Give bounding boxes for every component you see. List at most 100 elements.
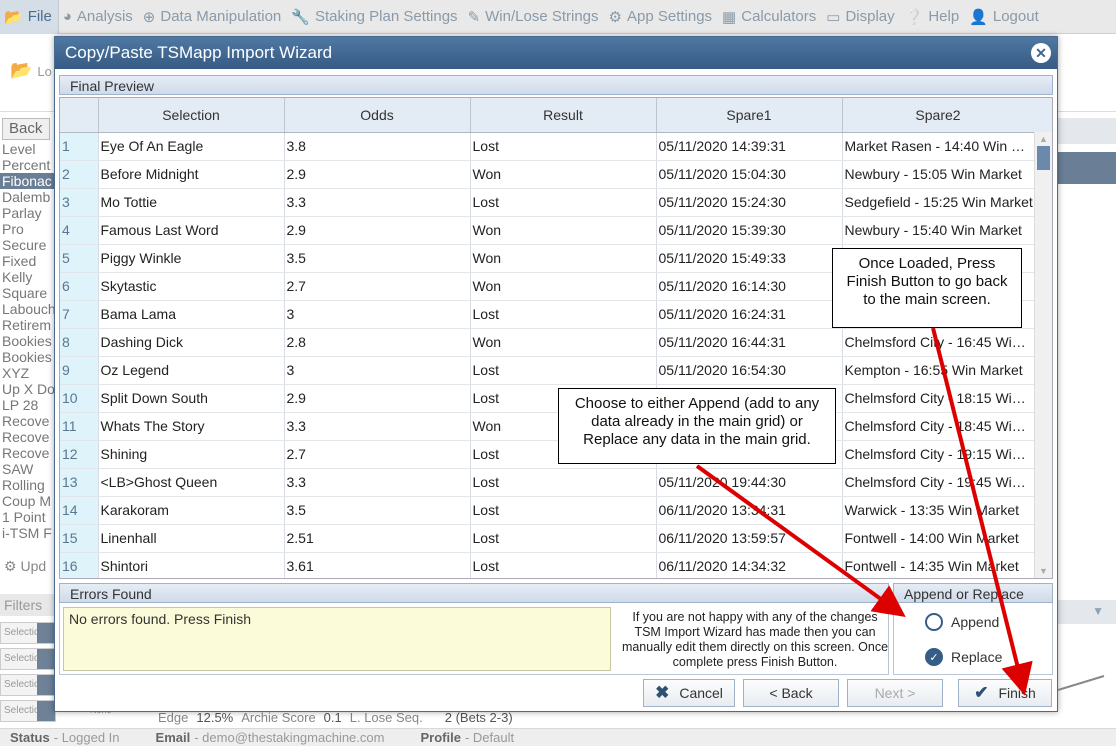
grid-cell[interactable]: 05/11/2020 16:44:31 xyxy=(656,328,843,357)
staking-plan-item[interactable]: Secure xyxy=(0,237,56,253)
grid-cell[interactable]: Linenhall xyxy=(98,524,285,553)
table-row[interactable]: 9 Oz Legend 3 Lost 05/11/2020 16:54:30 Kempto… xyxy=(60,356,1035,385)
staking-plan-item[interactable]: Percent xyxy=(0,157,56,173)
grid-cell[interactable]: Mo Tottie xyxy=(98,188,285,217)
grid-cell[interactable]: 3 xyxy=(284,300,471,329)
grid-cell[interactable]: Chelmsford City - 18:15 Win Market xyxy=(842,384,1035,413)
background-folder-icon[interactable]: 📂 Lo xyxy=(10,60,52,81)
table-row[interactable]: 14 Karakoram 3.5 Lost 06/11/2020 13:34:31 War… xyxy=(60,496,1035,525)
menu-staking-plan-settings[interactable]: 🔧 Staking Plan Settings xyxy=(287,0,463,34)
staking-plan-item[interactable]: Square xyxy=(0,285,56,301)
grid-cell[interactable]: 05/11/2020 14:39:31 xyxy=(656,132,843,161)
staking-plan-item[interactable]: LP 28 xyxy=(0,397,56,413)
back-button[interactable]: < Back xyxy=(743,679,839,707)
table-row[interactable]: 13 <LB>Ghost Queen 3.3 Lost 05/11/2020 19:44… xyxy=(60,468,1035,497)
errors-textbox[interactable]: No errors found. Press Finish xyxy=(63,607,611,671)
staking-plan-item[interactable]: Recove xyxy=(0,429,56,445)
grid-cell[interactable]: 3.61 xyxy=(284,552,471,578)
close-icon[interactable]: ✕ xyxy=(1031,43,1051,63)
filter-select[interactable]: Selection xyxy=(0,674,56,696)
scroll-down-icon[interactable]: ▼ xyxy=(1039,566,1048,576)
grid-cell[interactable]: 05/11/2020 15:24:30 xyxy=(656,188,843,217)
grid-cell[interactable]: Lost xyxy=(470,552,657,578)
grid-cell[interactable]: 05/11/2020 15:39:30 xyxy=(656,216,843,245)
menu-data-manipulation[interactable]: ⊕ Data Manipulation xyxy=(139,0,288,34)
grid-cell[interactable]: Chelmsford City - 19:15 Win Market xyxy=(842,440,1035,469)
grid-cell[interactable]: 05/11/2020 16:54:30 xyxy=(656,356,843,385)
grid-cell[interactable]: Karakoram xyxy=(98,496,285,525)
menu-help[interactable]: ❔ Help xyxy=(901,0,966,34)
grid-cell[interactable]: Won xyxy=(470,328,657,357)
scrollbar-thumb[interactable] xyxy=(1037,146,1050,170)
cancel-button[interactable]: ✖ Cancel xyxy=(643,679,735,707)
grid-cell[interactable]: Market Rasen - 14:40 Win Market xyxy=(842,132,1035,161)
staking-plan-item[interactable]: Recove xyxy=(0,445,56,461)
append-option[interactable]: Append xyxy=(925,613,999,631)
column-header-odds[interactable]: Odds xyxy=(284,98,471,133)
staking-plan-item[interactable]: Labouch xyxy=(0,301,56,317)
staking-plan-item[interactable]: XYZ xyxy=(0,365,56,381)
column-header-spare2[interactable]: Spare2 xyxy=(842,98,1035,133)
grid-cell[interactable]: Sedgefield - 15:25 Win Market xyxy=(842,188,1035,217)
grid-cell[interactable]: Whats The Story xyxy=(98,412,285,441)
grid-cell[interactable]: Piggy Winkle xyxy=(98,244,285,273)
grid-cell[interactable]: Skytastic xyxy=(98,272,285,301)
grid-cell[interactable]: 06/11/2020 13:34:31 xyxy=(656,496,843,525)
grid-cell[interactable]: <LB>Ghost Queen xyxy=(98,468,285,497)
staking-plan-item[interactable]: Up X Do xyxy=(0,381,56,397)
grid-cell[interactable]: Warwick - 13:35 Win Market xyxy=(842,496,1035,525)
table-row[interactable]: 1 Eye Of An Eagle 3.8 Lost 05/11/2020 14:39:… xyxy=(60,132,1035,161)
staking-plan-item[interactable]: Fixed xyxy=(0,253,56,269)
grid-cell[interactable]: Newbury - 15:40 Win Market xyxy=(842,216,1035,245)
background-update-button[interactable]: ⚙ Upd xyxy=(4,558,46,575)
menu-file[interactable]: 📂 File xyxy=(0,0,59,34)
grid-cell[interactable]: 05/11/2020 16:14:30 xyxy=(656,272,843,301)
grid-cell[interactable]: 3.3 xyxy=(284,412,471,441)
menu-app-settings[interactable]: ⚙ App Settings xyxy=(605,0,719,34)
filter-select[interactable]: Selection xyxy=(0,648,56,670)
grid-cell[interactable]: Lost xyxy=(470,496,657,525)
staking-plan-item[interactable]: Bookies xyxy=(0,333,56,349)
column-header-spare1[interactable]: Spare1 xyxy=(656,98,843,133)
grid-cell[interactable]: Chelmsford City - 18:45 Win Market xyxy=(842,412,1035,441)
grid-cell[interactable]: 05/11/2020 15:04:30 xyxy=(656,160,843,189)
staking-plan-item[interactable]: Rolling xyxy=(0,477,56,493)
table-row[interactable]: 4 Famous Last Word 2.9 Won 05/11/2020 15:39:… xyxy=(60,216,1035,245)
staking-plan-item[interactable]: Parlay xyxy=(0,205,56,221)
table-row[interactable]: 10 Split Down South 2.9 Lost Chelmsford City… xyxy=(60,384,1035,413)
grid-cell[interactable]: Famous Last Word xyxy=(98,216,285,245)
table-row[interactable]: 12 Shining 2.7 Lost Chelmsford City - 19:15 … xyxy=(60,440,1035,469)
grid-cell[interactable]: Won xyxy=(470,244,657,273)
menu-calculators[interactable]: ▦ Calculators xyxy=(718,0,822,34)
staking-plan-item[interactable]: Level xyxy=(0,141,56,157)
menu-display[interactable]: ▭ Display xyxy=(822,0,900,34)
column-header-selection[interactable]: Selection xyxy=(98,98,285,133)
menu-analysis[interactable]: ◕ Analysis xyxy=(59,0,139,34)
staking-plan-item[interactable]: Coup M xyxy=(0,493,56,509)
finish-button[interactable]: ✔ Finish xyxy=(958,679,1052,707)
table-row[interactable]: 16 Shintori 3.61 Lost 06/11/2020 14:34:32 Fon… xyxy=(60,552,1035,578)
grid-cell[interactable]: Fontwell - 14:35 Win Market xyxy=(842,552,1035,578)
column-header-result[interactable]: Result xyxy=(470,98,657,133)
grid-cell[interactable]: Won xyxy=(470,272,657,301)
replace-option[interactable]: ✓ Replace xyxy=(925,648,1002,666)
grid-cell[interactable]: 05/11/2020 15:49:33 xyxy=(656,244,843,273)
grid-cell[interactable]: 3.5 xyxy=(284,496,471,525)
filter-select[interactable]: Selection xyxy=(0,700,56,722)
staking-plan-item[interactable]: Retirem xyxy=(0,317,56,333)
grid-cell[interactable]: 3.3 xyxy=(284,188,471,217)
menu-win-lose-strings[interactable]: ✎ Win/Lose Strings xyxy=(464,0,605,34)
table-row[interactable]: 8 Dashing Dick 2.8 Won 05/11/2020 16:44:31 Ch… xyxy=(60,328,1035,357)
grid-cell[interactable]: Fontwell - 14:00 Win Market xyxy=(842,524,1035,553)
replace-radio[interactable]: ✓ xyxy=(925,648,943,666)
table-row[interactable]: 15 Linenhall 2.51 Lost 06/11/2020 13:59:57 Fo… xyxy=(60,524,1035,553)
staking-plan-item[interactable]: Dalemb xyxy=(0,189,56,205)
grid-scrollbar[interactable]: ▲ ▼ xyxy=(1034,132,1052,578)
grid-cell[interactable]: 2.9 xyxy=(284,160,471,189)
table-row[interactable]: 11 Whats The Story 3.3 Won Chelmsford City -… xyxy=(60,412,1035,441)
next-button[interactable]: Next > xyxy=(847,679,943,707)
table-row[interactable]: 3 Mo Tottie 3.3 Lost 05/11/2020 15:24:30 Sedg… xyxy=(60,188,1035,217)
grid-cell[interactable]: Lost xyxy=(470,524,657,553)
staking-plan-item[interactable]: Bookies xyxy=(0,349,56,365)
table-row[interactable]: 2 Before Midnight 2.9 Won 05/11/2020 15:04:3… xyxy=(60,160,1035,189)
